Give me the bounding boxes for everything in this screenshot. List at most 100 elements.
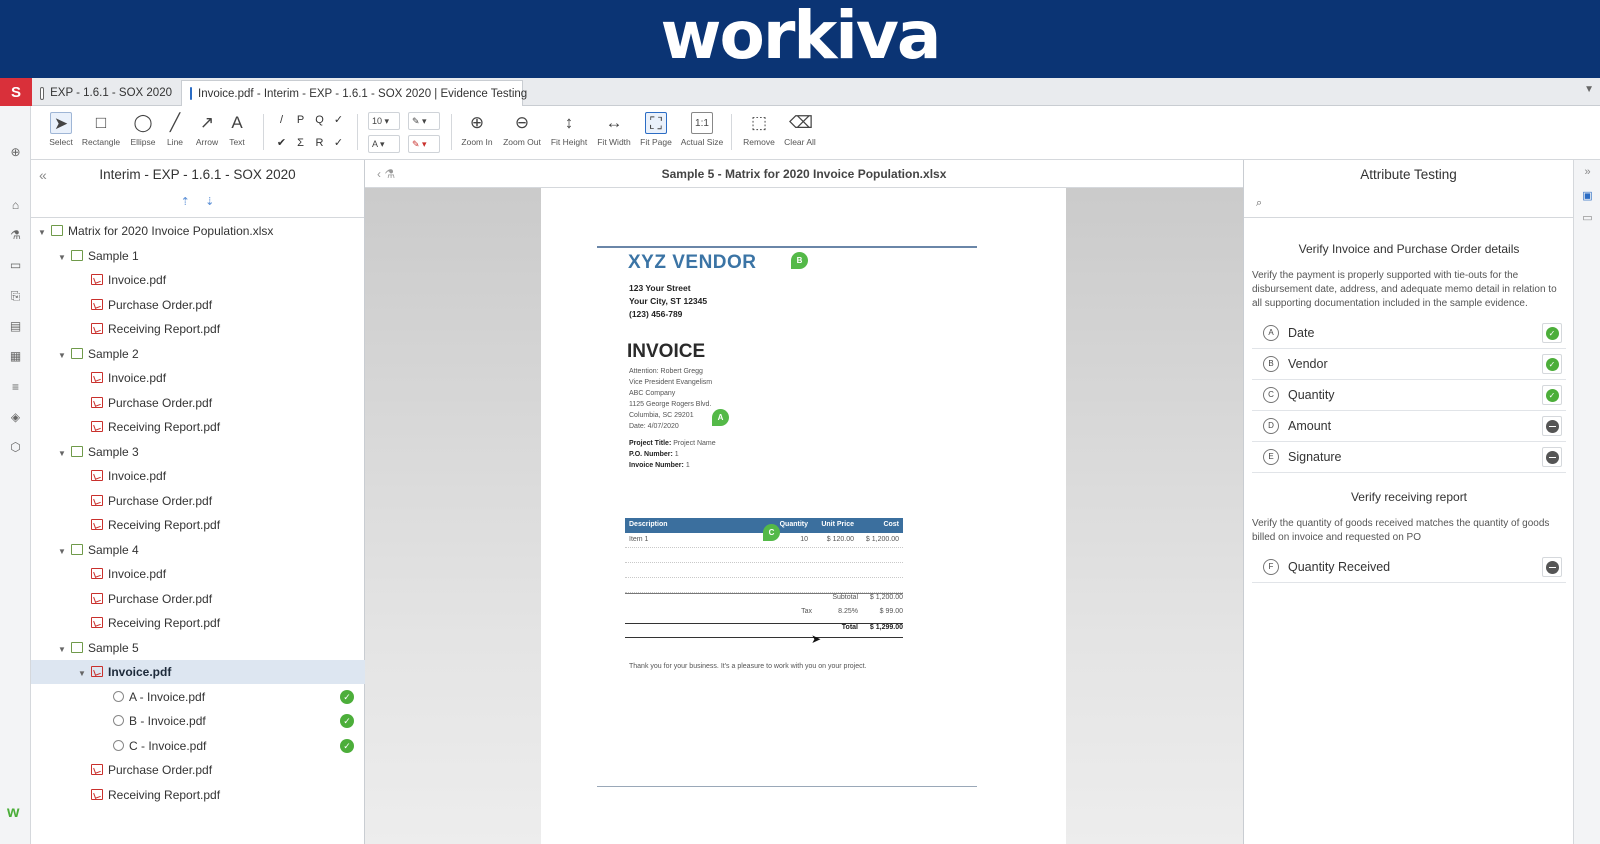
zoom-in-button[interactable]: ⊕ Zoom In [455, 112, 499, 147]
py-mark-icon[interactable]: P [292, 112, 309, 129]
workiva-mark-icon[interactable]: w [7, 804, 19, 822]
clear-all-button[interactable]: ⌫ Clear All [778, 112, 822, 147]
verify-mark-icon[interactable]: ✓ [330, 112, 347, 129]
status-toggle[interactable]: ✓ [1542, 385, 1562, 405]
expand-arrow-icon[interactable]: ▼ [57, 442, 67, 466]
collapse-panel-icon[interactable]: « [39, 160, 47, 190]
expand-arrow-icon[interactable]: ▼ [57, 540, 67, 564]
pdf-icon [91, 495, 103, 506]
actual-size-button[interactable]: 1:1 Actual Size [680, 112, 724, 147]
font-size-select[interactable]: 10 ▾ [368, 112, 400, 130]
remove-button[interactable]: ⬚ Remove [737, 112, 781, 147]
attribute-row-quantity-received[interactable]: F Quantity Received [1252, 552, 1566, 583]
document-search-icon[interactable]: ⎘ [9, 290, 22, 303]
tree-item-annotation[interactable]: C - Invoice.pdf ✓ [31, 734, 365, 758]
add-circle-icon[interactable]: ⊕ [9, 146, 22, 159]
tree-item-file[interactable]: Receiving Report.pdf [31, 513, 365, 537]
tree-item-file[interactable]: Purchase Order.pdf [31, 391, 365, 415]
invoice-page[interactable]: XYZ VENDOR B 123 Your Street Your City, … [541, 188, 1066, 844]
tree-item-file[interactable]: Receiving Report.pdf [31, 783, 365, 807]
flask-icon[interactable]: ⚗ [9, 229, 22, 242]
highlight-color-select[interactable]: ✎ ▾ [408, 135, 440, 153]
tree-item-file[interactable]: Purchase Order.pdf [31, 293, 365, 317]
tree-item-file[interactable]: Invoice.pdf [31, 464, 365, 488]
tree-item-file[interactable]: Receiving Report.pdf [31, 317, 365, 341]
outline-panel: « Interim - EXP - 1.6.1 - SOX 2020 ⇡ ⇣ ▼… [31, 160, 365, 844]
annotation-pin-c[interactable]: C [763, 524, 780, 541]
attribute-row-quantity[interactable]: C Quantity ✓ [1252, 380, 1566, 411]
evidence-panel-icon[interactable]: ▣ [1581, 190, 1594, 203]
expand-arrow-icon[interactable]: ▼ [37, 221, 47, 245]
attribute-row-signature[interactable]: E Signature [1252, 442, 1566, 473]
attribute-row-date[interactable]: A Date ✓ [1252, 318, 1566, 349]
tree-item-file[interactable]: Purchase Order.pdf [31, 758, 365, 782]
tree-item-file[interactable]: Invoice.pdf [31, 268, 365, 292]
double-check-mark-icon[interactable]: ✓ [330, 135, 347, 152]
sigma-mark-icon[interactable]: Σ [292, 135, 309, 152]
database-icon[interactable]: ≡ [9, 381, 22, 394]
expand-arrow-icon[interactable]: ▼ [57, 344, 67, 368]
status-toggle[interactable]: ✓ [1542, 354, 1562, 374]
status-toggle[interactable] [1542, 416, 1562, 436]
check-circle-icon: ✓ [1545, 326, 1559, 340]
text-color-select[interactable]: A ▾ [368, 135, 400, 153]
tree-item-file[interactable]: Receiving Report.pdf [31, 611, 365, 635]
annotation-pin-a[interactable]: A [712, 409, 729, 426]
back-chevron-icon[interactable]: ‹ ⚗ [377, 160, 395, 188]
tree-item-sample-4[interactable]: ▼ Sample 4 [31, 538, 365, 562]
book-icon[interactable]: ▤ [9, 320, 22, 333]
recalc-mark-icon[interactable]: R [311, 135, 328, 152]
status-toggle[interactable] [1542, 557, 1562, 577]
fit-page-button[interactable]: ⛶ Fit Page [634, 112, 678, 147]
pdf-icon [91, 323, 103, 334]
tree-item-annotation[interactable]: B - Invoice.pdf ✓ [31, 709, 365, 733]
shield-icon[interactable]: ◈ [9, 411, 22, 424]
tree-item-sample-5[interactable]: ▼ Sample 5 [31, 636, 365, 660]
tree-item-root[interactable]: ▼ Matrix for 2020 Invoice Population.xlsx [31, 219, 365, 243]
expand-arrow-icon[interactable]: ▼ [57, 246, 67, 270]
slash-mark-icon[interactable]: / [273, 112, 290, 129]
home-icon[interactable]: ⌂ [9, 199, 22, 212]
tree-item-sample-1[interactable]: ▼ Sample 1 [31, 244, 365, 268]
collapse-all-icon[interactable]: ⇡ [181, 196, 190, 208]
tree-item-file[interactable]: Invoice.pdf [31, 366, 365, 390]
marker-style-select[interactable]: ✎ ▾ [408, 112, 440, 130]
rectangle-tool-button[interactable]: □ Rectangle [79, 112, 123, 147]
fit-width-button[interactable]: ↔ Fit Width [592, 112, 636, 147]
toolbar-divider [357, 114, 358, 150]
pq-mark-icon[interactable]: Q [311, 112, 328, 129]
comment-icon[interactable]: ▭ [1581, 212, 1594, 225]
tree-item-file[interactable]: Receiving Report.pdf [31, 415, 365, 439]
expand-panel-icon[interactable]: » [1581, 166, 1594, 179]
expand-arrow-icon[interactable]: ▼ [77, 662, 87, 686]
tree-item-file[interactable]: Purchase Order.pdf [31, 489, 365, 513]
annotation-pin-b[interactable]: B [791, 252, 808, 269]
tree-item-file-selected[interactable]: ▼ Invoice.pdf [31, 660, 365, 684]
binoculars-icon[interactable]: ⌕ [1256, 197, 1262, 209]
zoom-out-button[interactable]: ⊖ Zoom Out [500, 112, 544, 147]
status-toggle[interactable]: ✓ [1542, 323, 1562, 343]
expand-all-icon[interactable]: ⇣ [205, 196, 214, 208]
check-mark-icon[interactable]: ✔ [273, 135, 290, 152]
tree-item-sample-3[interactable]: ▼ Sample 3 [31, 440, 365, 464]
tab-invoice-evidence-testing[interactable]: Invoice.pdf - Interim - EXP - 1.6.1 - SO… [181, 80, 527, 106]
select-tool-button[interactable]: ➤ Select [39, 112, 83, 147]
text-tool-button[interactable]: A Text [215, 112, 259, 147]
cube-icon[interactable]: ⬡ [9, 441, 22, 454]
tree-item-sample-2[interactable]: ▼ Sample 2 [31, 342, 365, 366]
tab-exp-sox[interactable]: EXP - 1.6.1 - SOX 2020 [32, 80, 180, 106]
tree-item-annotation[interactable]: A - Invoice.pdf ✓ [31, 685, 365, 709]
fit-height-button[interactable]: ↕ Fit Height [547, 112, 591, 147]
evidence-icon [190, 87, 192, 100]
status-toggle[interactable] [1542, 447, 1562, 467]
check-circle-icon: ✓ [1545, 357, 1559, 371]
tree-item-file[interactable]: Invoice.pdf [31, 562, 365, 586]
folder-icon[interactable]: ▭ [9, 259, 22, 272]
tab-menu-chevron-icon[interactable]: ▼ [1584, 84, 1594, 95]
attribute-row-amount[interactable]: D Amount [1252, 411, 1566, 442]
dashboard-icon[interactable]: ▦ [9, 350, 22, 363]
expand-arrow-icon[interactable]: ▼ [57, 638, 67, 662]
attribute-row-vendor[interactable]: B Vendor ✓ [1252, 349, 1566, 380]
tree-item-file[interactable]: Purchase Order.pdf [31, 587, 365, 611]
app-badge[interactable]: S [0, 78, 32, 106]
